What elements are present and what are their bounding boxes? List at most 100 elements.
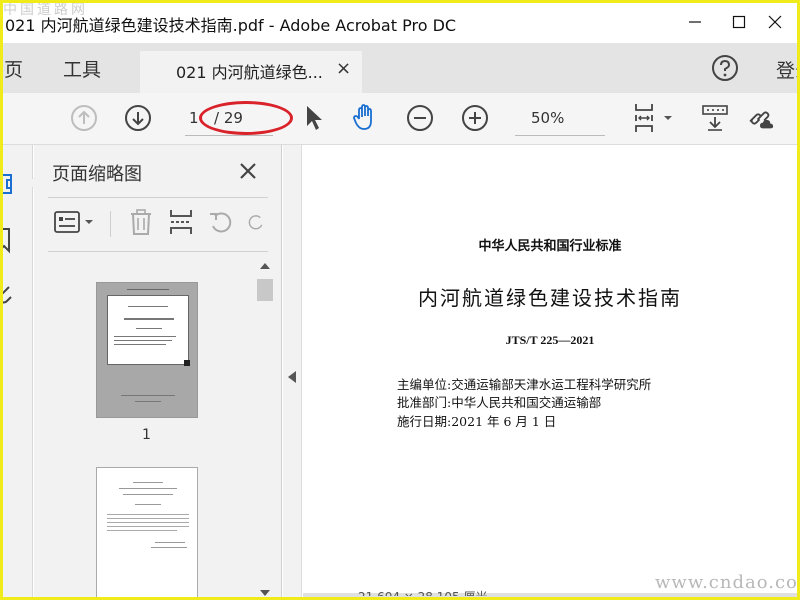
hand-icon [353, 104, 372, 130]
chevron-down-icon [664, 116, 672, 120]
thumbnails-panel: 页面缩略图 1 [34, 145, 282, 597]
thumb-text-line [107, 526, 189, 527]
options-menu-button[interactable] [52, 207, 98, 237]
document-code: JTS/T 225—2021 [505, 333, 595, 347]
minus-circle-icon [407, 105, 433, 131]
home-menu-item[interactable]: 主页 [3, 55, 23, 82]
zoom-underline [515, 135, 605, 136]
arrow-up-circle-icon [71, 105, 97, 131]
scroll-down-arrow[interactable] [260, 590, 270, 596]
page-thumbnail-1[interactable] [96, 282, 198, 418]
document-header: 中华人民共和国行业标准 [478, 239, 622, 254]
page-display-button[interactable] [629, 103, 675, 133]
tab-close-button[interactable]: × [336, 58, 351, 79]
document-approver: 批准部门:中华人民共和国交通运输部 [397, 395, 602, 410]
collapse-left-icon[interactable] [288, 371, 296, 383]
title-bar: 中国道路网 021 内河航道绿色建设技术指南.pdf - Adobe Acrob… [3, 3, 797, 43]
thumb-text-line [155, 542, 185, 543]
rotate-ccw-icon [210, 212, 232, 233]
maximize-button[interactable] [719, 7, 759, 37]
thumb-text-line [135, 401, 161, 402]
arrow-down-circle-icon [125, 105, 151, 131]
thumb-text-line [119, 488, 177, 489]
close-icon [768, 15, 782, 29]
chevron-down-icon [85, 220, 93, 224]
thumb-text-line [107, 522, 189, 523]
page-size-readout: 21.604 × 28.105 厘米 [358, 588, 487, 596]
maximize-icon [732, 15, 746, 29]
minimize-icon [689, 21, 701, 23]
thumb-text-line [135, 504, 161, 505]
page-input-underline [185, 135, 273, 136]
help-icon[interactable] [710, 53, 740, 83]
document-title: 内河航道绿色建设技术指南 [418, 286, 682, 310]
trash-icon [131, 209, 151, 235]
split-page-icon [170, 210, 192, 234]
fit-width-icon [635, 104, 672, 132]
document-compiler: 主编单位:交通运输部天津水运工程科学研究所 [397, 377, 652, 392]
close-window-button[interactable] [755, 7, 795, 37]
thumb-text-line [123, 494, 173, 495]
document-view[interactable]: 中华人民共和国行业标准 内河航道绿色建设技术指南 JTS/T 225—2021 … [303, 145, 797, 597]
main-toolbar: 1 / 29 50% [3, 93, 797, 145]
select-tool-button[interactable] [299, 103, 329, 133]
next-page-button[interactable] [123, 103, 153, 133]
thumb-text-line [127, 289, 169, 290]
document-effective-date: 施行日期:2021 年 6 月 1 日 [397, 414, 557, 429]
thumb-text-line [128, 306, 168, 307]
zoom-out-button[interactable] [405, 103, 435, 133]
thumb-text-line [136, 328, 162, 329]
tools-menu-item[interactable]: 工具 [63, 55, 101, 82]
previous-page-button[interactable] [69, 103, 99, 133]
close-panel-icon[interactable] [234, 157, 262, 185]
document-tab[interactable]: 021 内河航道绿色... × [140, 51, 362, 93]
panel-toolbar [34, 203, 282, 243]
scroll-thumb[interactable] [257, 279, 273, 301]
navigation-pane-strip [3, 145, 35, 597]
thumbnail-page-number: 1 [142, 427, 151, 443]
rotate-left-button[interactable] [206, 207, 236, 237]
rotate-cw-icon [248, 215, 263, 230]
bookmark-icon[interactable] [3, 227, 15, 255]
page-number-input[interactable]: 1 [189, 109, 199, 127]
thumb-text-line [151, 547, 187, 548]
download-tool-button[interactable] [700, 103, 730, 133]
red-annotation-ellipse [199, 101, 293, 135]
page-thumbnail-2[interactable] [96, 467, 198, 597]
thumb-text-line [114, 336, 176, 337]
panel-divider [48, 197, 268, 198]
link-cloud-icon [749, 111, 774, 129]
options-list-icon [54, 211, 93, 233]
thumb-text-line [124, 318, 174, 320]
thumb-text-line [114, 344, 166, 345]
hand-tool-button[interactable] [350, 103, 380, 133]
watermark-bottom-right: www.cndao.com [655, 572, 797, 593]
collapse-pane-bar[interactable] [283, 145, 302, 597]
page-thumbnails-icon[interactable] [3, 171, 17, 197]
thumb-text-line [133, 482, 163, 483]
thumbnail-cover-box [107, 295, 190, 366]
acrobat-window: 中国道路网 021 内河航道绿色建设技术指南.pdf - Adobe Acrob… [3, 3, 797, 597]
delete-page-button[interactable] [126, 207, 156, 237]
scroll-up-arrow[interactable] [260, 263, 270, 269]
keyboard-download-icon [702, 105, 728, 131]
thumb-text-line [107, 530, 177, 531]
thumb-text-line [121, 395, 175, 396]
zoom-level-dropdown[interactable]: 50% [531, 109, 564, 127]
zoom-in-button[interactable] [460, 103, 490, 133]
minimize-button[interactable] [675, 7, 715, 37]
share-link-button[interactable] [745, 103, 775, 133]
attachment-icon[interactable] [3, 283, 15, 307]
extract-page-button[interactable] [166, 207, 196, 237]
window-title: 021 内河航道绿色建设技术指南.pdf - Adobe Acrobat Pro… [5, 16, 457, 35]
thumbnail-scrollbar[interactable] [256, 259, 274, 597]
panel-divider-2 [48, 251, 268, 252]
cursor-arrow-icon [307, 106, 322, 130]
signin-link[interactable]: 登录 [776, 56, 797, 83]
document-tab-label: 021 内河航道绿色... [176, 63, 323, 82]
panel-title: 页面缩略图 [52, 164, 142, 185]
rotate-right-button[interactable] [246, 207, 266, 237]
tool-divider [110, 211, 111, 237]
thumb-text-line [114, 340, 172, 341]
thumb-text-line [107, 518, 189, 519]
